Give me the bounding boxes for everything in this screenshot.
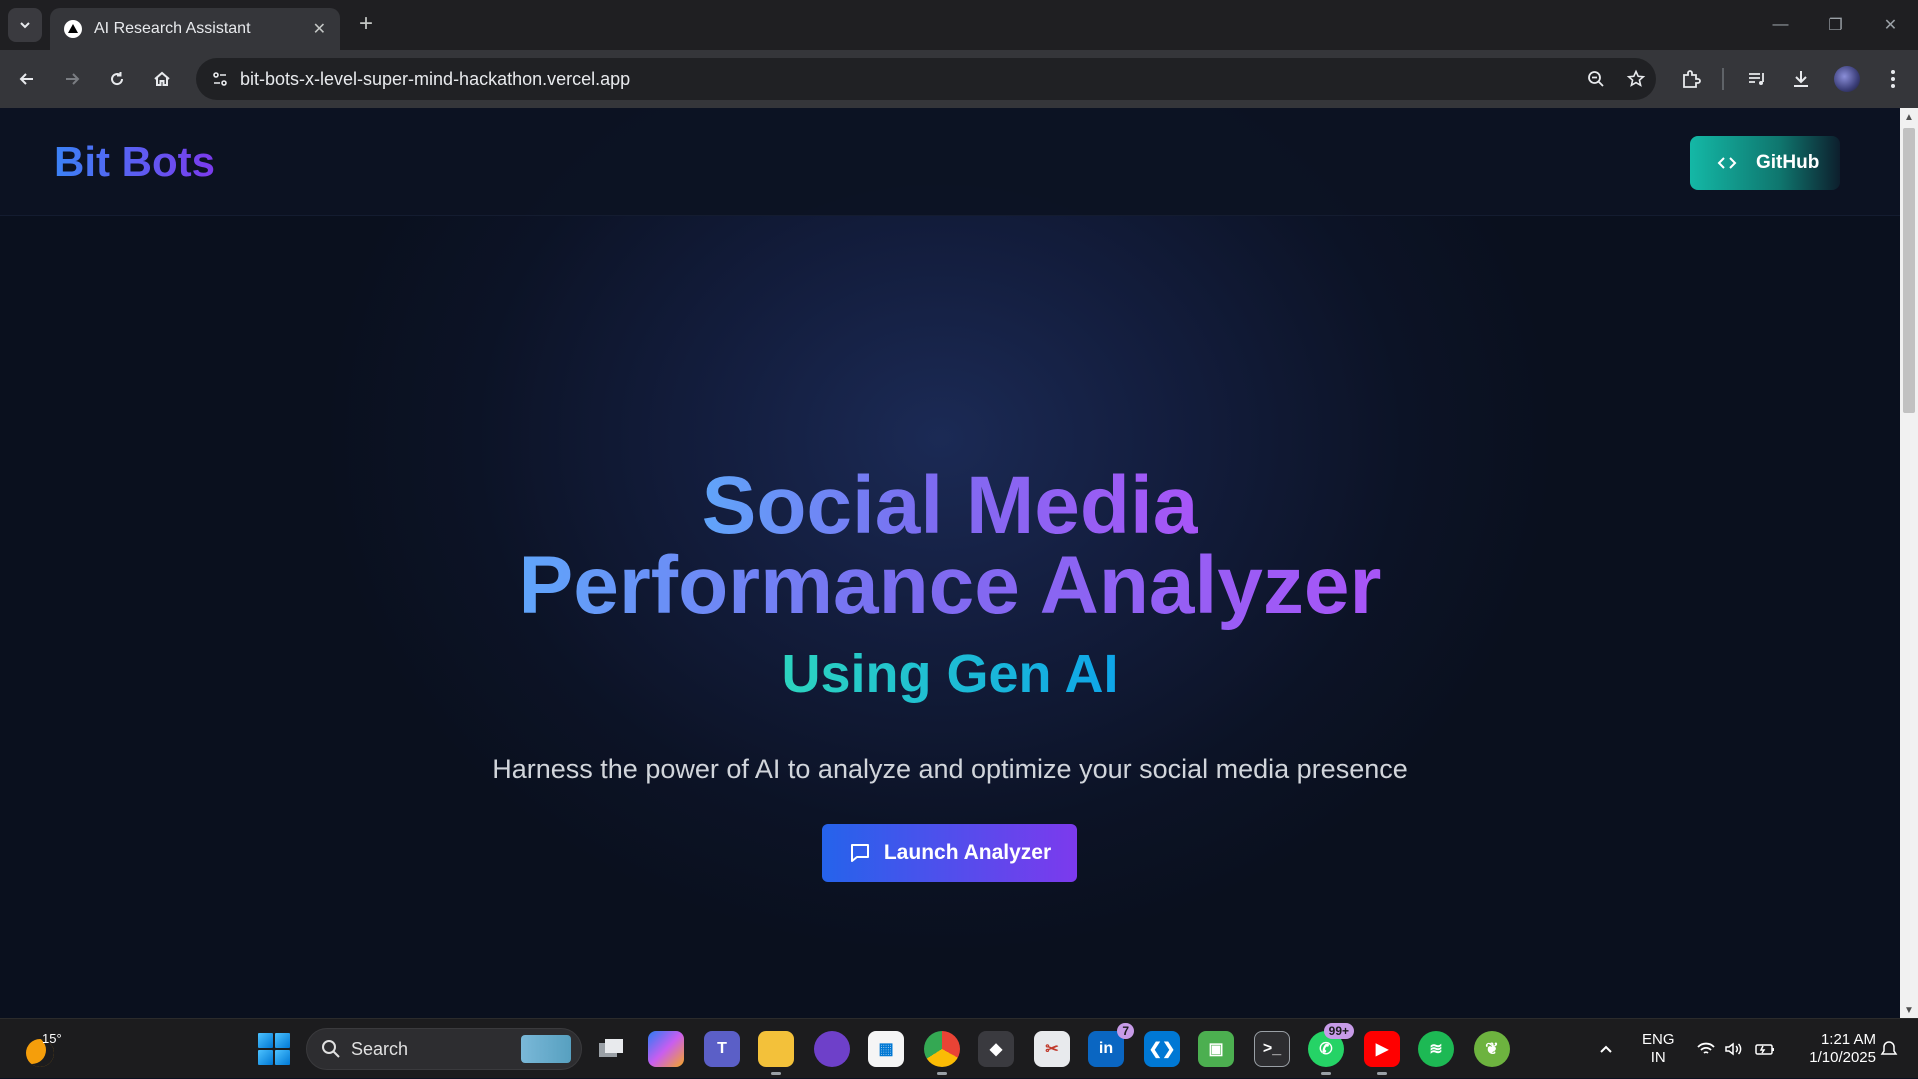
browser-menu-icon[interactable] (1876, 62, 1910, 96)
tab-search-button[interactable] (8, 8, 42, 42)
zoom-icon[interactable] (1576, 69, 1616, 89)
home-button[interactable] (145, 62, 179, 96)
windows-taskbar: 15° Search T ▦ ◆ ✂ in 7 ❮❯ ▣ >_ ✆ 99+ ▶ ≋ … (0, 1018, 1918, 1078)
home-icon (154, 71, 170, 86)
scrollbar-thumb[interactable] (1903, 128, 1915, 413)
chevron-down-icon (20, 22, 30, 29)
window-controls: — ❐ ✕ (1753, 0, 1918, 50)
taskbar-search[interactable]: Search (306, 1028, 582, 1070)
volume-icon[interactable] (1724, 1019, 1744, 1079)
restore-icon[interactable]: ❐ (1808, 0, 1863, 50)
code-icon (1716, 152, 1738, 174)
subheadline: Using Gen AI (781, 644, 1119, 704)
file-explorer-icon[interactable] (758, 1031, 794, 1075)
windows-logo-icon (258, 1033, 273, 1048)
github-button[interactable]: GitHub (1690, 136, 1840, 190)
tab-title: AI Research Assistant (94, 20, 251, 37)
avatar (1834, 66, 1860, 92)
wifi-icon[interactable] (1696, 1019, 1716, 1079)
spotify-icon[interactable]: ≋ (1418, 1031, 1454, 1067)
copilot-icon[interactable] (648, 1031, 684, 1067)
site-info-icon[interactable] (200, 70, 240, 88)
page-scrollbar[interactable]: ▲ ▼ (1900, 108, 1918, 1018)
close-tab-icon[interactable]: ✕ (313, 19, 326, 39)
site-navbar: Bit Bots GitHub (0, 108, 1900, 216)
whatsapp-icon[interactable]: ✆ 99+ (1308, 1023, 1354, 1075)
download-icon[interactable] (1784, 62, 1818, 96)
vercel-favicon-icon (64, 20, 82, 38)
extensions-icon[interactable] (1674, 62, 1708, 96)
github-button-label: GitHub (1756, 152, 1820, 173)
linkedin-icon[interactable]: in 7 (1088, 1023, 1134, 1067)
spring-icon[interactable]: ❦ (1474, 1031, 1510, 1067)
teams-icon[interactable]: T (704, 1031, 740, 1067)
launch-analyzer-button[interactable]: Launch Analyzer (822, 824, 1077, 882)
scroll-up-icon[interactable]: ▲ (1904, 112, 1914, 123)
minimize-icon[interactable]: — (1753, 0, 1808, 50)
temperature: 15° (42, 1031, 62, 1046)
headline-line-1: Social Media (701, 460, 1199, 551)
show-hidden-icons[interactable] (1598, 1019, 1614, 1079)
youtube-icon[interactable]: ▶ (1364, 1031, 1400, 1075)
browser-tabbar: AI Research Assistant ✕ + — ❐ ✕ (0, 0, 1918, 50)
page-viewport: Bit Bots GitHub Social Media Performance… (0, 108, 1900, 1018)
chevron-up-icon (1600, 1045, 1612, 1053)
url-text: bit-bots-x-level-super-mind-hackathon.ve… (240, 68, 631, 89)
image-viewer-icon[interactable]: ▣ (1198, 1031, 1234, 1067)
search-label: Search (351, 1038, 409, 1059)
close-window-icon[interactable]: ✕ (1863, 0, 1918, 50)
weather-widget[interactable]: 15° (26, 1031, 66, 1067)
microsoft-store-icon[interactable]: ▦ (868, 1031, 904, 1067)
linkedin-badge: 7 (1117, 1023, 1134, 1039)
system-clock[interactable]: 1:21 AM 1/10/2025 (1790, 1031, 1876, 1067)
brand-logo[interactable]: Bit Bots (54, 138, 215, 186)
profile-avatar[interactable] (1830, 62, 1864, 96)
notifications-icon[interactable] (1880, 1019, 1898, 1079)
search-icon (322, 1040, 340, 1058)
start-button[interactable] (258, 1033, 290, 1065)
media-control-icon[interactable] (1740, 62, 1774, 96)
bookmark-star-icon[interactable] (1616, 69, 1656, 89)
toolbar-divider (1722, 68, 1724, 90)
reload-button[interactable] (100, 62, 134, 96)
browser-toolbar: bit-bots-x-level-super-mind-hackathon.ve… (0, 50, 1918, 108)
clock-time: 1:21 AM (1820, 1031, 1876, 1048)
chrome-icon[interactable] (924, 1031, 960, 1075)
github-desktop-icon[interactable] (814, 1031, 850, 1067)
reload-icon (111, 72, 124, 86)
browser-tab[interactable]: AI Research Assistant ✕ (50, 8, 340, 50)
terminal-icon[interactable]: >_ (1254, 1031, 1290, 1067)
launch-analyzer-label: Launch Analyzer (883, 841, 1052, 864)
language-indicator[interactable]: ENG IN (1642, 1031, 1675, 1067)
chat-bubble-icon (848, 841, 872, 865)
new-tab-button[interactable]: + (352, 10, 380, 38)
task-view-icon[interactable] (594, 1031, 630, 1067)
clock-date: 1/10/2025 (1809, 1049, 1876, 1066)
back-button[interactable] (10, 62, 44, 96)
vscode-icon[interactable]: ❮❯ (1144, 1031, 1180, 1067)
unity-icon[interactable]: ◆ (978, 1031, 1014, 1067)
scroll-down-icon[interactable]: ▼ (1904, 1005, 1914, 1016)
forward-button[interactable] (55, 62, 89, 96)
search-highlight-icon (521, 1035, 571, 1063)
tagline: Harness the power of AI to analyze and o… (492, 754, 1408, 784)
arrow-left-icon (19, 73, 33, 85)
arrow-right-icon (66, 73, 80, 85)
address-bar[interactable]: bit-bots-x-level-super-mind-hackathon.ve… (196, 58, 1656, 100)
whatsapp-badge: 99+ (1323, 1023, 1354, 1039)
snipping-tool-icon[interactable]: ✂ (1034, 1031, 1070, 1067)
battery-icon[interactable] (1754, 1019, 1776, 1079)
headline-line-2: Performance Analyzer (518, 540, 1382, 631)
